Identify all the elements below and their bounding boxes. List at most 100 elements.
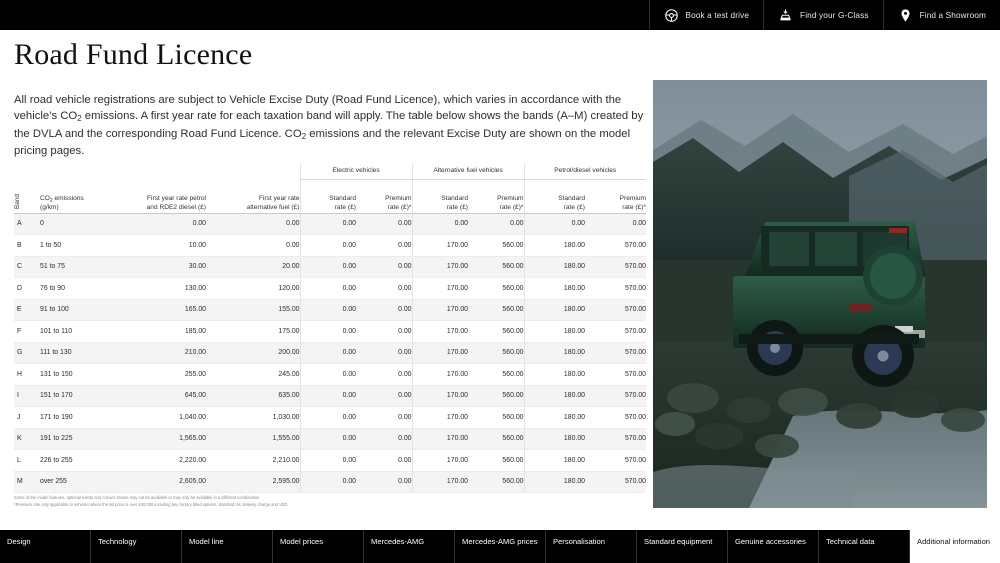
cell-ev-premium: 0.00 [356,407,412,429]
cell-pd-premium: 570.00 [585,321,646,343]
cell-first-year-petrol: 30.00 [112,256,206,278]
col-header-ev-standard: Standardrate (£) [300,179,356,213]
bottom-tab-bar: DesignTechnologyModel lineModel pricesMe… [0,530,1000,563]
col-header-pd-prem-a: Premium [620,195,646,202]
cell-pd-standard: 180.00 [524,299,585,321]
cell-ev-premium: 0.00 [356,321,412,343]
cell-afv-premium: 560.00 [468,321,524,343]
table-group-header-row: Electric vehicles Alternative fuel vehic… [14,163,646,179]
tab-label: Technology [98,537,136,547]
cell-first-year-petrol: 130.00 [112,278,206,300]
cell-afv-standard: 170.00 [412,235,468,257]
cell-pd-standard: 180.00 [524,321,585,343]
page-root: Book a test drive Find your G-Class Find… [0,0,1000,563]
cell-band: K [14,428,40,450]
cell-ev-premium: 0.00 [356,213,412,235]
cell-co2-emissions: 171 to 190 [40,407,112,429]
cell-pd-standard: 180.00 [524,256,585,278]
cell-afv-standard: 170.00 [412,450,468,472]
cell-pd-standard: 180.00 [524,235,585,257]
cell-afv-standard: 170.00 [412,471,468,493]
cell-ev-standard: 0.00 [300,385,356,407]
tab-technical-data[interactable]: Technical data [818,530,909,563]
tab-label: Standard equipment [644,537,712,547]
top-item-find-your-g-class[interactable]: Find your G-Class [763,0,883,30]
cell-band: C [14,256,40,278]
table-row: F101 to 110185.00175.000.000.00170.00560… [14,321,646,343]
col-header-afv-standard: Standardrate (£) [412,179,468,213]
footnote-line-2: *Premium rate only applicable to vehicle… [14,502,514,509]
cell-afv-premium: 560.00 [468,471,524,493]
cell-pd-premium: 570.00 [585,428,646,450]
tab-standard-equipment[interactable]: Standard equipment [636,530,727,563]
cell-pd-standard: 180.00 [524,407,585,429]
cell-co2-emissions: 131 to 150 [40,364,112,386]
cell-afv-premium: 560.00 [468,385,524,407]
cell-co2-emissions: 76 to 90 [40,278,112,300]
table-row: I151 to 170645.00635.000.000.00170.00560… [14,385,646,407]
cell-afv-standard: 170.00 [412,321,468,343]
cell-co2-emissions: 1 to 50 [40,235,112,257]
col-header-band: Band [14,179,40,213]
table-row: G111 to 130210.00200.000.000.00170.00560… [14,342,646,364]
cell-pd-premium: 570.00 [585,256,646,278]
tab-model-prices[interactable]: Model prices [272,530,363,563]
cell-pd-standard: 180.00 [524,471,585,493]
cell-ev-standard: 0.00 [300,428,356,450]
top-item-book-a-test-drive[interactable]: Book a test drive [649,0,764,30]
tab-mercedes-amg-prices[interactable]: Mercedes-AMG prices [454,530,545,563]
table-row: A00.000.000.000.000.000.000.000.00 [14,213,646,235]
cell-first-year-alternative: 175.00 [206,321,300,343]
cell-band: A [14,213,40,235]
cell-first-year-alternative: 1,030.00 [206,407,300,429]
cell-band: F [14,321,40,343]
table-row: C51 to 7530.0020.000.000.00170.00560.001… [14,256,646,278]
tab-label: Personalisation [553,537,605,547]
col-header-afv-premium: Premiumrate (£)* [468,179,524,213]
tab-design[interactable]: Design [0,530,90,563]
cell-ev-standard: 0.00 [300,450,356,472]
cell-pd-standard: 180.00 [524,342,585,364]
cell-first-year-alternative: 1,555.00 [206,428,300,450]
cell-first-year-petrol: 2,220.00 [112,450,206,472]
col-header-co2-emissions: CO2 emissions(g/km) [40,179,112,213]
cell-afv-premium: 560.00 [468,278,524,300]
top-item-find-a-showroom[interactable]: Find a Showroom [883,0,1000,30]
table-row: L226 to 2552,220.002,210.000.000.00170.0… [14,450,646,472]
cell-pd-standard: 180.00 [524,428,585,450]
cell-pd-standard: 180.00 [524,385,585,407]
cell-pd-standard: 180.00 [524,278,585,300]
cell-co2-emissions: 101 to 110 [40,321,112,343]
cell-first-year-petrol: 210.00 [112,342,206,364]
tab-label: Design [7,537,31,547]
cell-afv-standard: 0.00 [412,213,468,235]
table-row: B1 to 5010.000.000.000.00170.00560.00180… [14,235,646,257]
page-title: Road Fund Licence [14,38,252,72]
road-fund-licence-table: Electric vehicles Alternative fuel vehic… [14,163,646,493]
cell-co2-emissions: 51 to 75 [40,256,112,278]
col-header-co2-a: CO [40,195,50,202]
col-header-pd-premium: Premiumrate (£)* [585,179,646,213]
tab-genuine-accessories[interactable]: Genuine accessories [727,530,818,563]
cell-pd-premium: 570.00 [585,278,646,300]
tab-additional-information[interactable]: Additional information [909,530,1000,563]
cell-band: I [14,385,40,407]
cell-first-year-alternative: 155.00 [206,299,300,321]
cell-first-year-petrol: 0.00 [112,213,206,235]
cell-first-year-petrol: 165.00 [112,299,206,321]
tab-personalisation[interactable]: Personalisation [545,530,636,563]
tab-model-line[interactable]: Model line [181,530,272,563]
cell-co2-emissions: 0 [40,213,112,235]
group-header-electric: Electric vehicles [300,163,412,179]
cell-ev-standard: 0.00 [300,407,356,429]
col-header-fyp-c: and RDE2 diesel (£) [147,204,206,211]
cell-ev-standard: 0.00 [300,213,356,235]
cell-afv-standard: 170.00 [412,278,468,300]
intro-co2-subscript-1: 2 [77,114,81,123]
cell-ev-standard: 0.00 [300,278,356,300]
cell-first-year-alternative: 635.00 [206,385,300,407]
tab-mercedes-amg[interactable]: Mercedes-AMG [363,530,454,563]
col-header-afv-prem-c: rate (£)* [500,204,524,211]
cell-band: M [14,471,40,493]
tab-technology[interactable]: Technology [90,530,181,563]
